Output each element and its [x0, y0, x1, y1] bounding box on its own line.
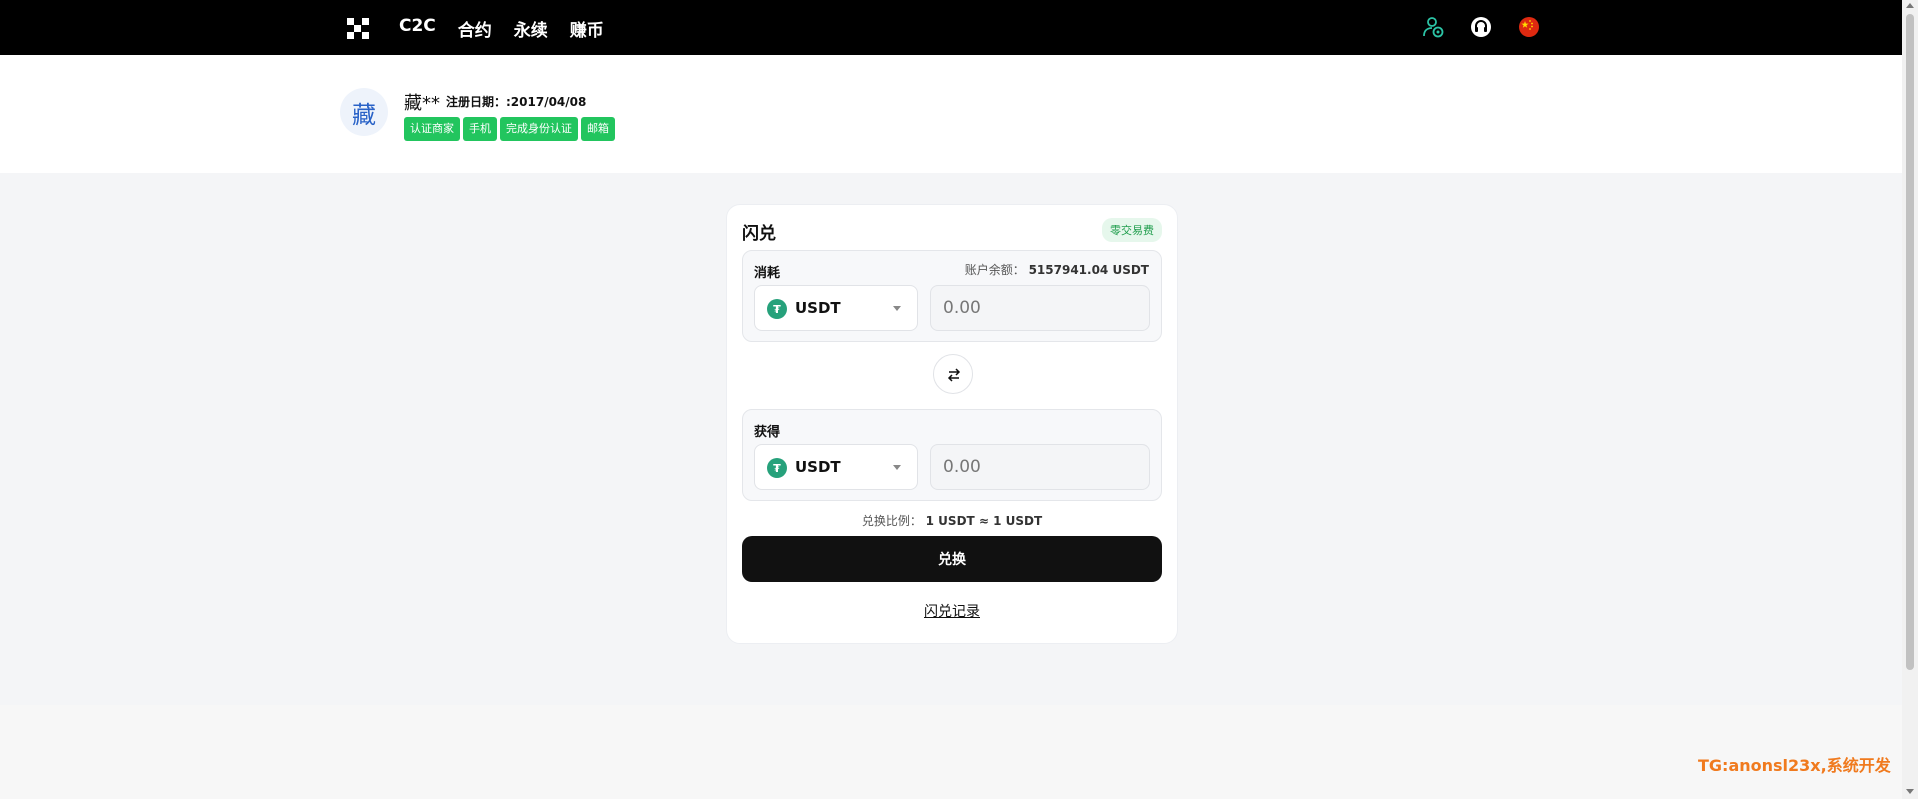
china-flag-icon[interactable] [1518, 16, 1540, 38]
chevron-down-icon [893, 465, 901, 470]
registration-date: 注册日期：:2017/04/08 [446, 95, 587, 109]
user-account-icon[interactable] [1422, 16, 1444, 38]
badge-verified-merchant: 认证商家 [404, 117, 460, 141]
flash-swap-card: 闪兑 零交易费 消耗 账户余额： 5157941.04 USDT ₮ USDT … [726, 204, 1178, 644]
rate-label: 兑换比例： [861, 514, 922, 528]
balance-label: 账户余额： [964, 263, 1025, 277]
zero-fee-badge: 零交易费 [1102, 218, 1162, 242]
watermark-text: TG:anonsl23x,系统开发 [1698, 756, 1891, 775]
svg-text:₮: ₮ [773, 462, 781, 475]
consume-amount-input[interactable]: 0.00 [930, 285, 1150, 331]
usdt-icon: ₮ [767, 458, 787, 478]
nav-item-c2c[interactable]: C2C [399, 16, 436, 41]
swap-direction-button[interactable] [933, 354, 973, 394]
swap-arrows-icon [947, 368, 961, 382]
top-right-icons [1422, 16, 1540, 38]
nav-item-contract[interactable]: 合约 [458, 16, 492, 41]
receive-coin-select[interactable]: ₮ USDT [754, 444, 918, 490]
main-nav: C2C 合约 永续 赚币 [399, 16, 604, 41]
badge-identity-verified: 完成身份认证 [500, 117, 578, 141]
badge-email: 邮箱 [581, 117, 615, 141]
scroll-down-icon[interactable] [1906, 789, 1914, 794]
avatar: 藏 [340, 88, 388, 136]
swap-title: 闪兑 [742, 224, 776, 244]
receive-label: 获得 [754, 425, 781, 440]
svg-text:₮: ₮ [773, 303, 781, 316]
exchange-button[interactable]: 兑换 [742, 536, 1162, 582]
okx-logo-icon[interactable] [347, 18, 369, 40]
consume-label: 消耗 [754, 266, 781, 281]
consume-panel: 消耗 账户余额： 5157941.04 USDT ₮ USDT 0.00 [742, 250, 1162, 342]
account-balance: 账户余额： 5157941.04 USDT [965, 261, 1149, 278]
receive-panel: 获得 ₮ USDT 0.00 [742, 409, 1162, 501]
page-scrollbar[interactable] [1902, 0, 1918, 799]
receive-coin-name: USDT [795, 458, 841, 476]
consume-coin-name: USDT [795, 299, 841, 317]
receive-amount-input[interactable]: 0.00 [930, 444, 1150, 490]
chevron-down-icon [893, 306, 901, 311]
scrollbar-thumb[interactable] [1906, 14, 1914, 670]
merchant-profile-header: 藏 藏** 注册日期：:2017/04/08 认证商家 手机 完成身份认证 邮箱 [0, 55, 1902, 173]
balance-value: 5157941.04 USDT [1028, 263, 1149, 277]
username: 藏** [404, 93, 440, 114]
consume-coin-select[interactable]: ₮ USDT [754, 285, 918, 331]
footer-area [0, 705, 1902, 799]
nav-item-perpetual[interactable]: 永续 [514, 16, 548, 41]
rate-value: 1 USDT ≈ 1 USDT [925, 514, 1043, 528]
top-nav-bar: C2C 合约 永续 赚币 [0, 0, 1902, 55]
swap-records-link[interactable]: 闪兑记录 [727, 601, 1177, 621]
verification-badges: 认证商家 手机 完成身份认证 邮箱 [404, 117, 615, 141]
scroll-up-icon[interactable] [1906, 3, 1914, 8]
usdt-icon: ₮ [767, 299, 787, 319]
badge-phone: 手机 [463, 117, 497, 141]
nav-item-earn[interactable]: 赚币 [570, 16, 604, 41]
exchange-rate: 兑换比例： 1 USDT ≈ 1 USDT [727, 512, 1177, 529]
headset-support-icon[interactable] [1470, 16, 1492, 38]
